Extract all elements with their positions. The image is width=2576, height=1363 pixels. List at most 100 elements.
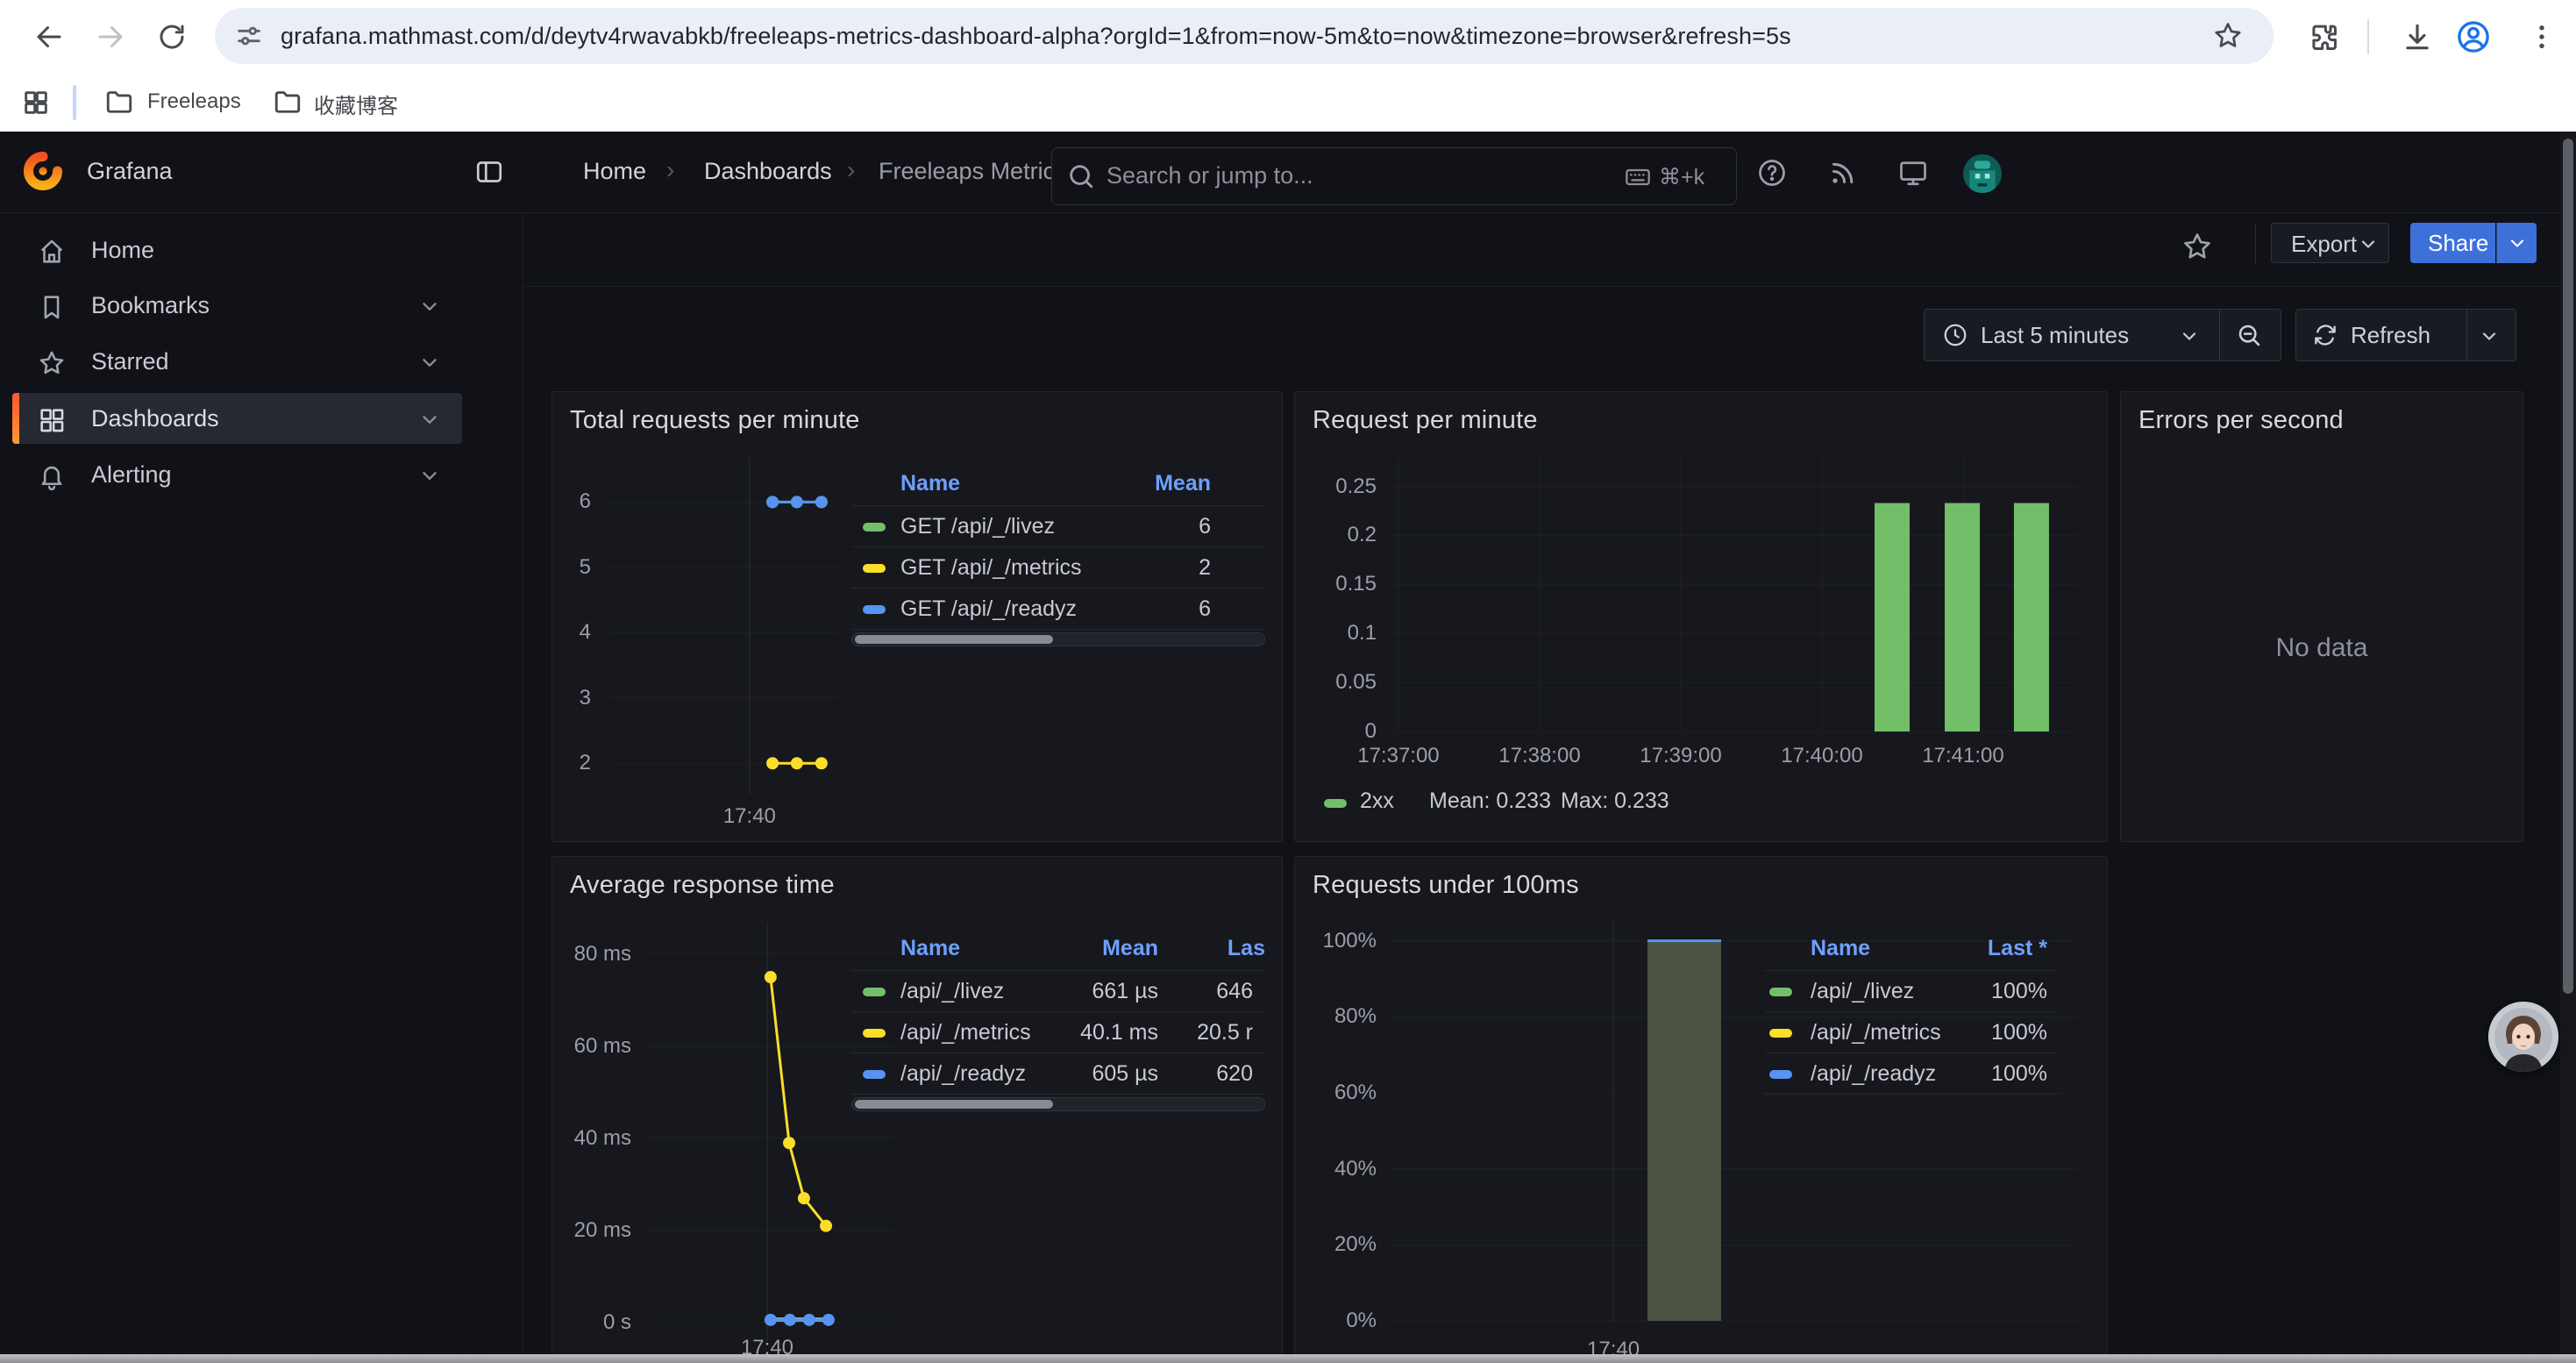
search-input[interactable]: Search or jump to... ⌘+k: [1051, 147, 1737, 205]
legend-header-mean[interactable]: Mean: [1102, 936, 1158, 961]
panel-title[interactable]: Errors per second: [2138, 406, 2344, 435]
panel-title[interactable]: Request per minute: [1313, 406, 1538, 435]
scrollbar-thumb[interactable]: [2563, 139, 2573, 994]
panel-total-requests-per-minute[interactable]: Total requests per minute 6543217:40Name…: [551, 391, 1283, 842]
legend-row[interactable]: /api/_/livez100%: [1765, 979, 2057, 1014]
sidebar-item-label: Starred: [91, 348, 169, 375]
brand-name[interactable]: Grafana: [87, 158, 173, 185]
share-dropdown-button[interactable]: [2496, 223, 2537, 263]
breadcrumb-home[interactable]: Home: [583, 158, 646, 185]
panel-average-response-time[interactable]: Average response time 80 ms60 ms40 ms20 …: [551, 856, 1283, 1363]
panel-errors-per-second[interactable]: Errors per second No data: [2120, 391, 2523, 842]
legend-scrollbar[interactable]: [851, 1097, 1265, 1111]
breadcrumb-dashboards[interactable]: Dashboards: [704, 158, 832, 185]
legend-scrollbar-thumb[interactable]: [855, 1100, 1053, 1109]
legend-series-label[interactable]: GET /api/_/metrics: [900, 555, 1082, 581]
legend-header-last[interactable]: Last *: [1988, 936, 2047, 961]
window-scrollbar[interactable]: [2560, 132, 2576, 1354]
zoom-out-icon[interactable]: [2235, 321, 2263, 349]
search-icon: [1066, 161, 1096, 191]
favorite-star-icon[interactable]: [2181, 230, 2214, 263]
panel-request-per-minute[interactable]: Request per minute 0.250.20.150.10.05017…: [1294, 391, 2108, 842]
legend-series-label[interactable]: GET /api/_/readyz: [900, 596, 1077, 622]
bookmark-label[interactable]: Freeleaps: [147, 89, 241, 114]
legend-row[interactable]: /api/_/metrics100%: [1765, 1020, 2057, 1055]
legend-header-mean[interactable]: Mean: [1155, 471, 1211, 496]
refresh-button[interactable]: Refresh: [2295, 309, 2516, 361]
bookmark-folder[interactable]: [103, 86, 135, 118]
sidebar-item-alerting[interactable]: Alerting: [12, 449, 462, 500]
reload-icon[interactable]: [156, 21, 188, 53]
sidebar-item-dashboards[interactable]: Dashboards: [12, 393, 462, 444]
chevron-down-icon[interactable]: [418, 351, 441, 374]
refresh-label: Refresh: [2351, 322, 2430, 349]
legend-row[interactable]: /api/_/readyz100%: [1765, 1061, 2057, 1096]
legend-mean-value: Mean: 0.233: [1429, 789, 1551, 814]
legend-series-label[interactable]: /api/_/readyz: [900, 1061, 1026, 1087]
legend-divider: [851, 970, 1265, 971]
panel-requests-under-100ms[interactable]: Requests under 100ms 100%80%60%40%20%0%1…: [1294, 856, 2108, 1363]
sidebar-toggle-icon[interactable]: [473, 156, 505, 188]
bookmark-star-icon[interactable]: [2212, 20, 2244, 52]
grafana-logo-icon[interactable]: [23, 151, 63, 191]
chevron-down-icon: [2179, 325, 2200, 346]
panel-title[interactable]: Requests under 100ms: [1313, 871, 1579, 900]
url-bar[interactable]: grafana.mathmast.com/d/deytv4rwavabkb/fr…: [215, 8, 2274, 64]
legend-header-last[interactable]: Las: [1228, 936, 1265, 961]
time-range-picker[interactable]: Last 5 minutes: [1924, 309, 2281, 361]
sidebar-item-bookmarks[interactable]: Bookmarks: [12, 280, 462, 331]
menu-kebab-icon[interactable]: [2525, 20, 2558, 54]
legend-scrollbar[interactable]: [851, 632, 1265, 646]
chevron-down-icon[interactable]: [418, 464, 441, 487]
legend-header-name[interactable]: Name: [900, 936, 960, 961]
legend-series-label[interactable]: /api/_/readyz: [1811, 1061, 1936, 1087]
legend-series-label[interactable]: 2xx: [1360, 789, 1394, 814]
help-icon[interactable]: [1756, 157, 1788, 189]
y-axis-tick-label: 0 s: [552, 1309, 631, 1336]
back-icon[interactable]: [33, 21, 65, 53]
legend-row[interactable]: GET /api/_/readyz6: [851, 596, 1265, 632]
x-axis-tick-label: 17:39:00: [1611, 743, 1751, 769]
forward-icon[interactable]: [95, 21, 126, 53]
sidebar-item-label: Home: [91, 237, 154, 264]
panel-title[interactable]: Average response time: [570, 871, 835, 900]
legend-row[interactable]: /api/_/metrics40.1 ms20.5 r: [851, 1020, 1265, 1055]
legend-table: Name Mean Las/api/_/livez661 µs646/api/_/m…: [851, 932, 1265, 1121]
sidebar-item-starred[interactable]: Starred: [12, 336, 462, 387]
legend-series-label[interactable]: /api/_/metrics: [900, 1020, 1031, 1045]
legend-row[interactable]: /api/_/readyz605 µs620: [851, 1061, 1265, 1096]
legend-swatch: [863, 988, 886, 996]
horizontal-scrollbar[interactable]: [0, 1354, 2576, 1363]
apps-grid-icon[interactable]: [21, 88, 51, 118]
user-avatar[interactable]: [1963, 154, 2002, 193]
legend-series-label[interactable]: /api/_/metrics: [1811, 1020, 1941, 1045]
share-button[interactable]: Share: [2410, 223, 2495, 263]
export-button[interactable]: Export: [2271, 223, 2389, 263]
legend-header-name[interactable]: Name: [900, 471, 960, 496]
legend-swatch: [1769, 988, 1792, 996]
legend-scrollbar-thumb[interactable]: [855, 635, 1053, 644]
chevron-down-icon[interactable]: [418, 295, 441, 318]
bookmark-label[interactable]: 收藏博客: [314, 89, 398, 119]
legend-series-label[interactable]: /api/_/livez: [900, 979, 1004, 1004]
download-icon[interactable]: [2401, 20, 2434, 54]
legend-header-name[interactable]: Name: [1811, 936, 1870, 961]
extensions-icon[interactable]: [2307, 20, 2340, 54]
assistant-avatar[interactable]: [2488, 1002, 2558, 1072]
legend-row[interactable]: GET /api/_/livez6: [851, 514, 1265, 549]
bookmark-folder[interactable]: [272, 86, 303, 118]
legend-series-label[interactable]: GET /api/_/livez: [900, 514, 1055, 539]
chevron-down-icon[interactable]: [418, 408, 441, 431]
news-rss-icon[interactable]: [1827, 157, 1859, 189]
url-text[interactable]: grafana.mathmast.com/d/deytv4rwavabkb/fr…: [281, 23, 1791, 50]
bookmarks-divider: [73, 85, 76, 120]
legend-series-label[interactable]: /api/_/livez: [1811, 979, 1914, 1004]
legend-row[interactable]: GET /api/_/metrics2: [851, 555, 1265, 590]
legend-row[interactable]: /api/_/livez661 µs646: [851, 979, 1265, 1014]
profile-icon[interactable]: [2455, 18, 2492, 55]
chevron-down-icon[interactable]: [2479, 325, 2500, 346]
tune-icon[interactable]: [234, 21, 264, 51]
monitor-icon[interactable]: [1897, 157, 1929, 189]
sidebar-item-home[interactable]: Home: [12, 225, 462, 275]
panel-title[interactable]: Total requests per minute: [570, 406, 860, 435]
